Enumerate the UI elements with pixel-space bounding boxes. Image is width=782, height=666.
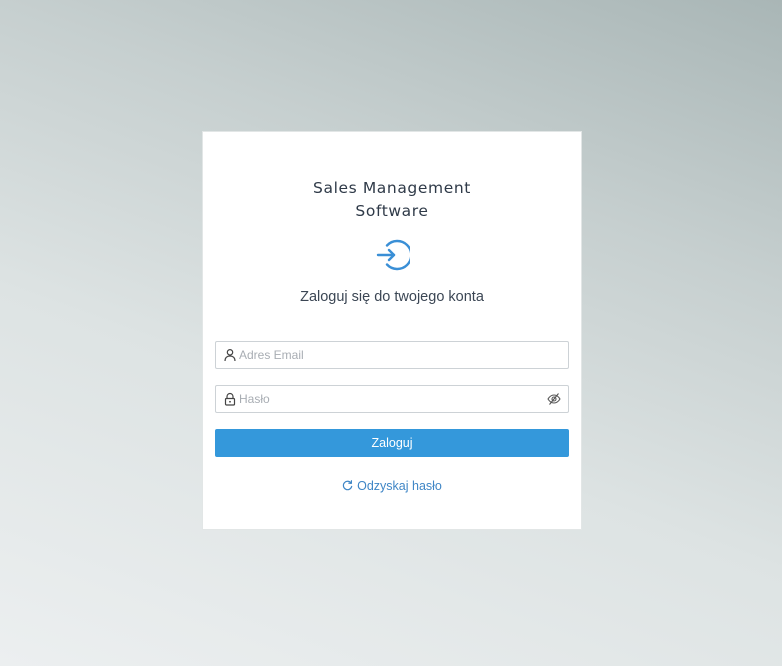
sign-in-icon [376, 239, 410, 271]
app-title-line1: Sales Management [313, 179, 471, 197]
eye-slash-icon[interactable] [547, 392, 561, 406]
user-icon [224, 349, 236, 362]
password-input[interactable] [239, 386, 539, 412]
app-title-line2: Software [355, 202, 429, 220]
refresh-icon [342, 480, 353, 491]
lock-icon [224, 392, 236, 406]
recover-password-link[interactable]: Odzyskaj hasło [203, 479, 581, 493]
email-field[interactable] [215, 341, 569, 369]
recover-password-label: Odzyskaj hasło [357, 479, 442, 493]
password-field[interactable] [215, 385, 569, 413]
email-input[interactable] [239, 342, 539, 368]
login-subtitle: Zaloguj się do twojego konta [300, 289, 484, 305]
login-button[interactable]: Zaloguj [215, 429, 569, 457]
app-title: Sales Management Software [203, 177, 581, 223]
login-card: Sales Management Software Zaloguj się do… [202, 131, 582, 530]
